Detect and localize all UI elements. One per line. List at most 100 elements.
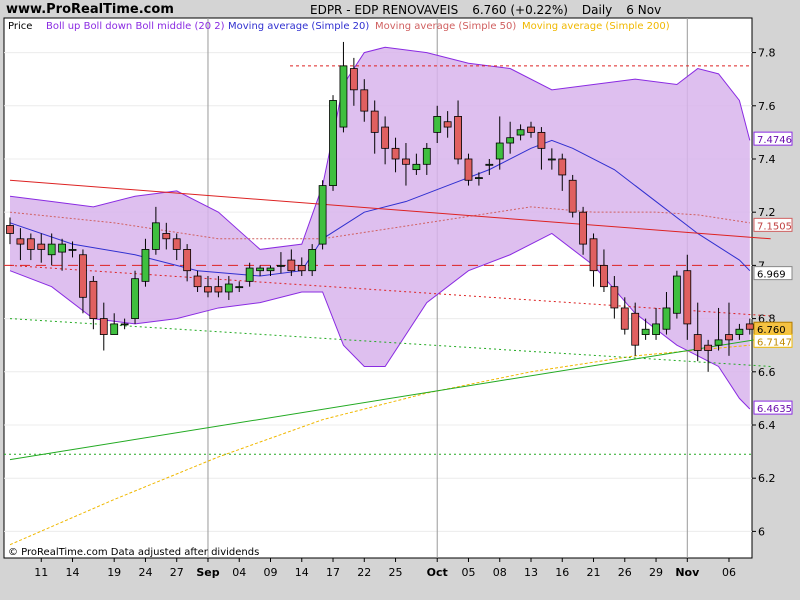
x-tick-label: 11 xyxy=(34,566,48,579)
x-tick-label: 04 xyxy=(232,566,246,579)
candle-body xyxy=(68,249,77,251)
candle-body xyxy=(433,116,442,133)
candle-body xyxy=(193,275,202,288)
x-tick-label: Nov xyxy=(675,566,700,579)
price-label: 6.969 xyxy=(757,270,786,281)
candle-body xyxy=(516,129,525,136)
x-tick-label: 05 xyxy=(461,566,475,579)
candle-body xyxy=(725,334,733,341)
candle-body xyxy=(485,163,494,166)
candle-body xyxy=(745,323,754,330)
x-tick-label: 14 xyxy=(66,566,80,579)
y-tick-label: 6 xyxy=(758,525,765,538)
candle-body xyxy=(256,267,264,272)
candle-body xyxy=(58,243,66,253)
candle-body xyxy=(162,233,171,240)
candle-body xyxy=(214,286,223,293)
legend-price: Price xyxy=(8,21,32,32)
candle-body xyxy=(47,243,56,256)
candle-body xyxy=(329,100,337,186)
candle-body xyxy=(672,275,681,314)
candle-body xyxy=(714,339,723,346)
legend-ma200: Moving average (Simple 200) xyxy=(522,21,670,32)
x-tick-label: 29 xyxy=(649,566,663,579)
y-tick-label: 7.6 xyxy=(758,100,776,113)
y-tick-label: 6.4 xyxy=(758,419,776,432)
candle-body xyxy=(120,323,129,326)
x-tick-label: Sep xyxy=(196,566,219,579)
candle-body xyxy=(631,312,640,346)
x-tick-label: 25 xyxy=(389,566,403,579)
candle-body xyxy=(600,264,608,288)
x-tick-label: 22 xyxy=(357,566,371,579)
candle-body xyxy=(287,259,296,272)
candle-body xyxy=(683,270,692,325)
candle-body xyxy=(527,126,535,133)
candle-body xyxy=(131,278,139,319)
candle-body xyxy=(641,328,650,335)
candle-body xyxy=(318,185,327,245)
candle-body xyxy=(151,222,160,250)
candle-body xyxy=(360,89,369,112)
candle-body xyxy=(297,264,306,272)
candle-body xyxy=(568,179,577,213)
x-tick-label: 26 xyxy=(618,566,632,579)
candle-body xyxy=(110,323,119,335)
candle-body xyxy=(474,177,483,180)
candle-body xyxy=(277,264,285,267)
candle-body xyxy=(464,158,473,181)
x-tick-label: 19 xyxy=(107,566,121,579)
candle-body xyxy=(349,68,358,91)
candle-body xyxy=(652,323,660,335)
x-tick-label: 21 xyxy=(587,566,601,579)
candle-body xyxy=(506,137,515,144)
candle-body xyxy=(558,158,567,176)
x-tick-label: Oct xyxy=(427,566,448,579)
candle-body xyxy=(412,163,421,171)
legend-bollinger: Boll up Boll down Boll middle (20 2) xyxy=(46,21,225,32)
y-tick-label: 7.2 xyxy=(758,206,776,219)
candle-body xyxy=(370,110,379,133)
candle-body xyxy=(735,328,744,335)
candle-body xyxy=(89,280,98,319)
legend: Price Boll up Boll down Boll middle (20 … xyxy=(8,21,670,32)
legend-ma50: Moving average (Simple 50) xyxy=(375,21,516,32)
candle-body xyxy=(547,158,556,161)
price-label: 7.1505 xyxy=(757,221,792,232)
price-label: 6.7147 xyxy=(757,337,792,348)
x-tick-label: 27 xyxy=(170,566,184,579)
candle-body xyxy=(704,344,713,351)
candle-body xyxy=(308,249,317,272)
price-chart: 7.87.67.47.276.86.66.46.267.47467.15056.… xyxy=(3,17,793,579)
price-label: 7.4746 xyxy=(757,135,792,146)
candle-body xyxy=(402,158,410,165)
candle-body xyxy=(266,267,275,272)
candle-body xyxy=(26,238,35,250)
x-tick-label: 06 xyxy=(722,566,736,579)
footer-note: © ProRealTime.com Data adjusted after di… xyxy=(8,547,259,558)
price-label: 6.4635 xyxy=(757,404,792,415)
y-tick-label: 7.8 xyxy=(758,47,776,60)
candle-body xyxy=(235,286,244,289)
candle-body xyxy=(610,286,619,309)
candle-body xyxy=(183,249,192,272)
candle-body xyxy=(224,283,233,293)
candle-body xyxy=(454,116,462,160)
candle-body xyxy=(245,267,254,282)
legend-ma20: Moving average (Simple 20) xyxy=(228,21,369,32)
candle-body xyxy=(662,307,671,330)
candle-body xyxy=(172,238,181,250)
y-axis: 7.87.67.47.276.86.66.46.267.47467.15056.… xyxy=(752,47,793,538)
y-tick-label: 7.4 xyxy=(758,153,776,166)
x-tick-label: 17 xyxy=(326,566,340,579)
candle-body xyxy=(16,238,25,245)
x-tick-label: 24 xyxy=(138,566,152,579)
x-tick-label: 14 xyxy=(295,566,309,579)
x-axis: 11 14 19 24 27 Sep 04 09 14 17 22 25 Oct 05 08 13 16 21 26… xyxy=(34,558,736,579)
candle-body xyxy=(204,286,212,293)
candle-body xyxy=(339,65,348,128)
candle-body xyxy=(693,334,702,351)
x-tick-label: 08 xyxy=(493,566,507,579)
y-tick-label: 6.6 xyxy=(758,366,776,379)
candle-body xyxy=(79,254,87,298)
